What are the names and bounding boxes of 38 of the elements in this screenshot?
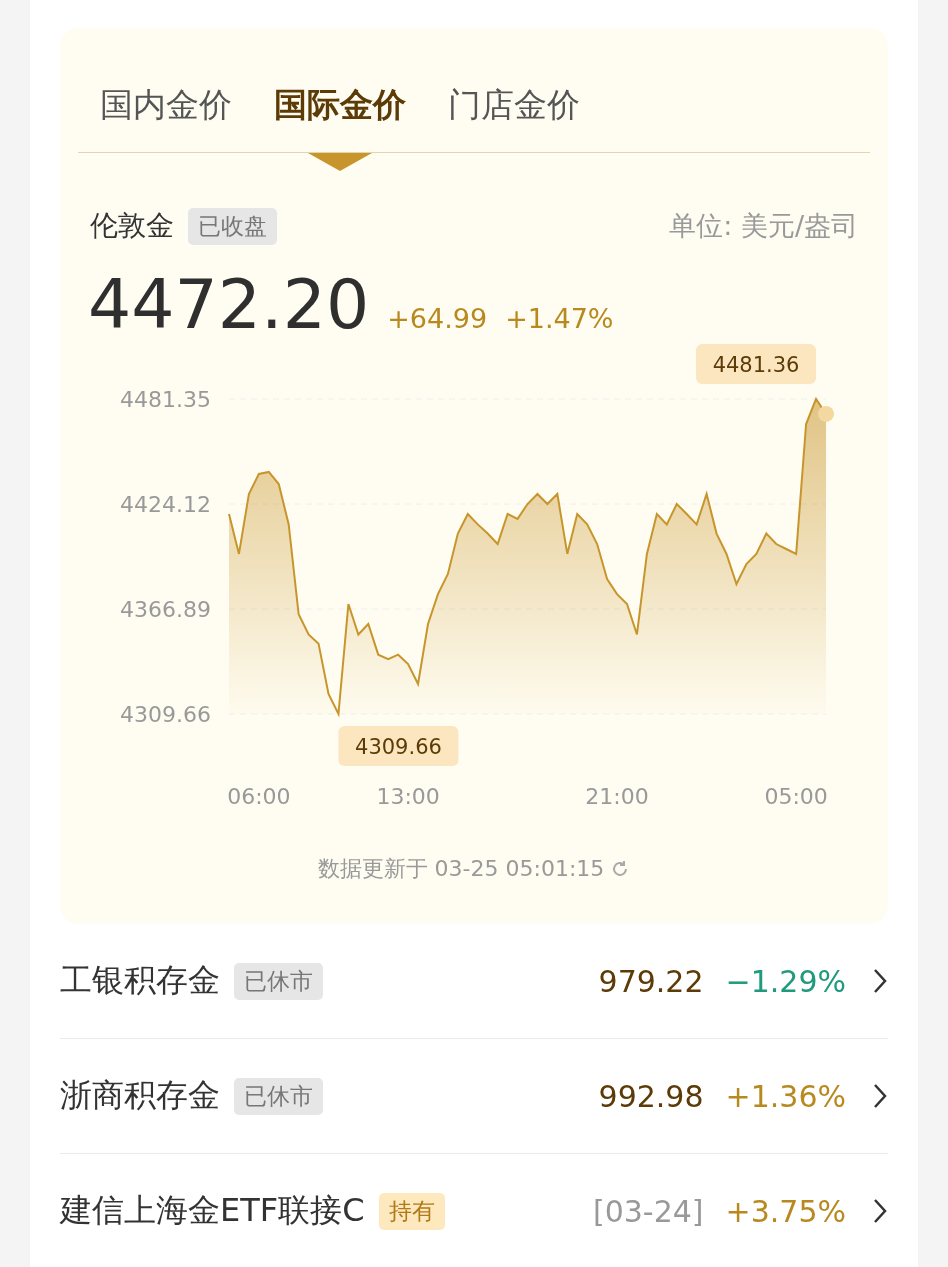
price-tab[interactable]: 门店金价 <box>448 85 580 125</box>
x-axis-label: 05:00 <box>764 784 828 809</box>
product-tag: 已休市 <box>234 1077 323 1115</box>
instrument-name: 伦敦金 <box>90 208 174 244</box>
chevron-right-icon <box>872 967 888 995</box>
price-callout: 4481.36 <box>696 344 817 384</box>
product-row[interactable]: 工银积存金 已休市 979.22 −1.29% <box>60 924 888 1039</box>
x-axis-label: 06:00 <box>227 784 291 809</box>
product-price: 979.22 <box>598 963 704 999</box>
chevron-right-icon <box>872 1197 888 1225</box>
product-change: +3.75% <box>725 1193 846 1229</box>
y-axis-label: 4424.12 <box>120 492 211 517</box>
product-name: 浙商积存金 <box>60 1075 220 1116</box>
product-name: 工银积存金 <box>60 960 220 1001</box>
product-date: [03-24] <box>592 1193 704 1229</box>
percent-change: +1.47% <box>505 303 614 334</box>
product-price: 992.98 <box>598 1078 704 1114</box>
product-row[interactable]: 建信上海金ETF联接C 持有 [03-24] +3.75% <box>60 1154 888 1267</box>
x-axis-label: 21:00 <box>585 784 649 809</box>
product-tag: 持有 <box>378 1192 445 1230</box>
product-change: +1.36% <box>725 1078 846 1114</box>
status-tag: 已收盘 <box>188 207 277 245</box>
y-axis-label: 4366.89 <box>120 597 211 622</box>
y-axis-label: 4309.66 <box>120 702 211 727</box>
x-axis-label: 13:00 <box>376 784 440 809</box>
product-tag: 已休市 <box>234 962 323 1000</box>
product-name: 建信上海金ETF联接C <box>60 1190 365 1231</box>
price-callout: 4309.66 <box>338 726 459 766</box>
chevron-right-icon <box>872 1082 888 1110</box>
y-axis-label: 4481.35 <box>120 387 211 412</box>
price-tab[interactable]: 国内金价 <box>100 85 232 125</box>
price-change: +64.99 <box>387 303 488 334</box>
product-change: −1.29% <box>725 963 846 999</box>
product-row[interactable]: 浙商积存金 已休市 992.98 +1.36% <box>60 1039 888 1154</box>
current-price: 4472.20 <box>88 265 370 344</box>
unit-label: 单位: 美元/盎司 <box>669 209 858 243</box>
update-time: 数据更新于 03-25 05:01:15 <box>317 855 605 883</box>
current-point <box>818 405 834 422</box>
